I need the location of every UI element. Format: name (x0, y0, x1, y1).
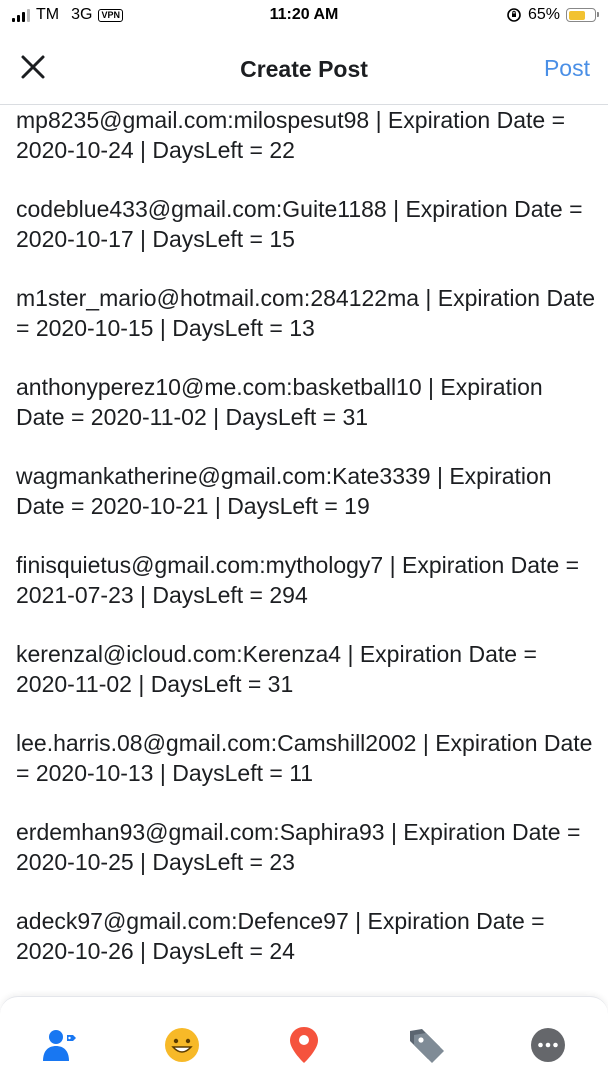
feeling-activity-button[interactable] (162, 1025, 202, 1065)
battery-icon (566, 8, 599, 22)
tag-people-button[interactable] (40, 1025, 80, 1065)
status-right: 65% (506, 6, 599, 24)
tag-people-icon (43, 1030, 76, 1061)
post-options-toolbar (0, 996, 608, 1081)
text-line: codeblue433@gmail.com:Guite1188 | Expira… (16, 196, 583, 252)
text-line: anthonyperez10@me.com:basketball10 | Exp… (16, 374, 543, 430)
tag-button[interactable] (406, 1025, 446, 1065)
check-in-button[interactable] (284, 1025, 324, 1065)
status-bar: TM 3G VPN 11:20 AM 65% (0, 0, 608, 34)
location-pin-icon (290, 1027, 318, 1063)
more-icon (531, 1028, 565, 1062)
text-line: wagmankatherine@gmail.com:Kate3339 | Exp… (16, 463, 552, 519)
header: Create Post Post (0, 34, 608, 105)
more-options-button[interactable] (528, 1025, 568, 1065)
text-line: lee.harris.08@gmail.com:Camshill2002 | E… (16, 730, 593, 786)
post-text-area[interactable]: mp8235@gmail.com:milospesut98 | Expirati… (16, 105, 596, 990)
text-line: erdemhan93@gmail.com:Saphira93 | Expirat… (16, 819, 581, 875)
text-line: kerenzal@icloud.com:Kerenza4 | Expiratio… (16, 641, 537, 697)
battery-percent: 65% (527, 6, 560, 23)
text-line: m1ster_mario@hotmail.com:284122ma | Expi… (16, 285, 596, 341)
tag-icon (410, 1029, 444, 1063)
page-title: Create Post (240, 56, 368, 82)
orientation-lock-icon (507, 8, 521, 22)
post-button[interactable]: Post (544, 55, 590, 82)
feeling-icon (165, 1028, 199, 1062)
text-line: finisquietus@gmail.com:mythology7 | Expi… (16, 552, 580, 608)
text-line: adeck97@gmail.com:Defence97 | Expiration… (16, 908, 545, 964)
text-line: mp8235@gmail.com:milospesut98 | Expirati… (16, 107, 566, 163)
